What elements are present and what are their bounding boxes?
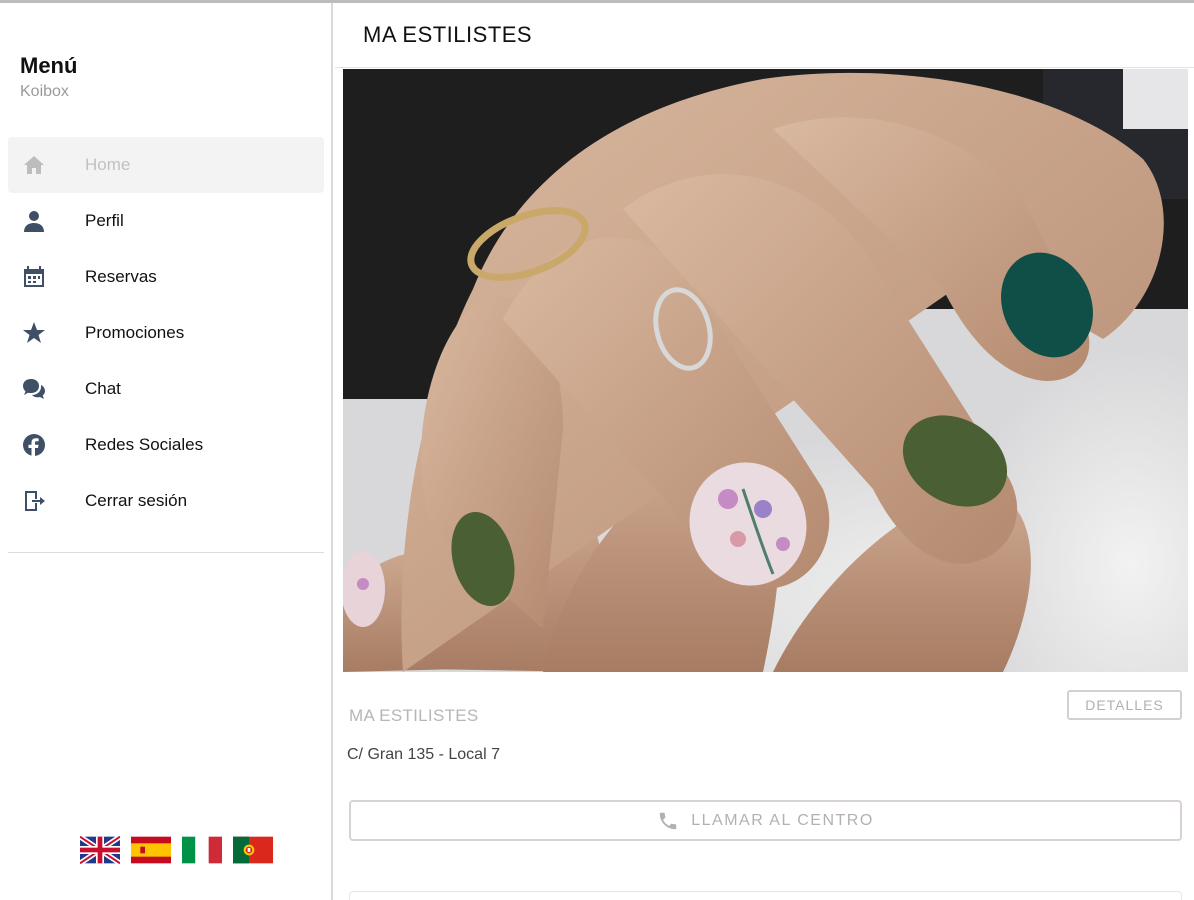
page-title: MA ESTILISTES [363,22,533,47]
main-content: MA ESTILISTES MA ESTILISTES DETALLES C/ … [335,3,1194,900]
sidebar-item-label: Reservas [85,267,157,286]
sidebar-item-label: Promociones [85,323,185,342]
sidebar-item-label: Redes Sociales [85,435,204,454]
flag-spain-icon[interactable] [131,835,171,865]
sidebar-item-redes-sociales[interactable]: Redes Sociales [8,417,324,473]
sidebar-divider [8,552,324,553]
call-center-label: LLAMAR AL CENTRO [691,811,874,829]
facebook-icon [21,432,47,458]
phone-icon [657,810,679,832]
user-icon [21,208,47,234]
sidebar-item-perfil[interactable]: Perfil [8,193,324,249]
flag-italy-icon[interactable] [182,835,222,865]
sidebar-item-promociones[interactable]: Promociones [8,305,324,361]
sidebar-item-chat[interactable]: Chat [8,361,324,417]
home-icon [21,152,47,178]
salon-address: C/ Gran 135 - Local 7 [347,746,500,763]
sidebar-item-label: Perfil [85,211,124,230]
flag-uk-icon[interactable] [80,835,120,865]
chat-icon [21,376,47,402]
flag-portugal-icon[interactable] [233,835,273,865]
call-center-button[interactable]: LLAMAR AL CENTRO [349,800,1182,841]
star-icon [21,320,47,346]
sidebar-item-cerrar-sesion[interactable]: Cerrar sesión [8,473,324,529]
sidebar-item-home[interactable]: Home [8,137,324,193]
sidebar-item-label: Cerrar sesión [85,491,188,510]
details-button[interactable]: DETALLES [1067,690,1182,720]
sidebar-nav: Home Perfil Reservas Promociones Chat Re… [8,137,324,529]
next-card [349,891,1182,900]
salon-name: MA ESTILISTES [349,706,479,725]
page-header: MA ESTILISTES [335,3,1194,68]
salon-photo [343,69,1188,672]
calendar-icon [21,264,47,290]
menu-subtitle: Koibox [20,83,69,100]
language-selector [80,835,273,865]
side-menu: Menú Koibox Home Perfil Reservas Promoci… [0,3,333,900]
sidebar-item-label: Home [85,155,131,174]
logout-icon [21,488,47,514]
sidebar-item-label: Chat [85,379,121,398]
menu-title: Menú [20,53,78,78]
sidebar-item-reservas[interactable]: Reservas [8,249,324,305]
